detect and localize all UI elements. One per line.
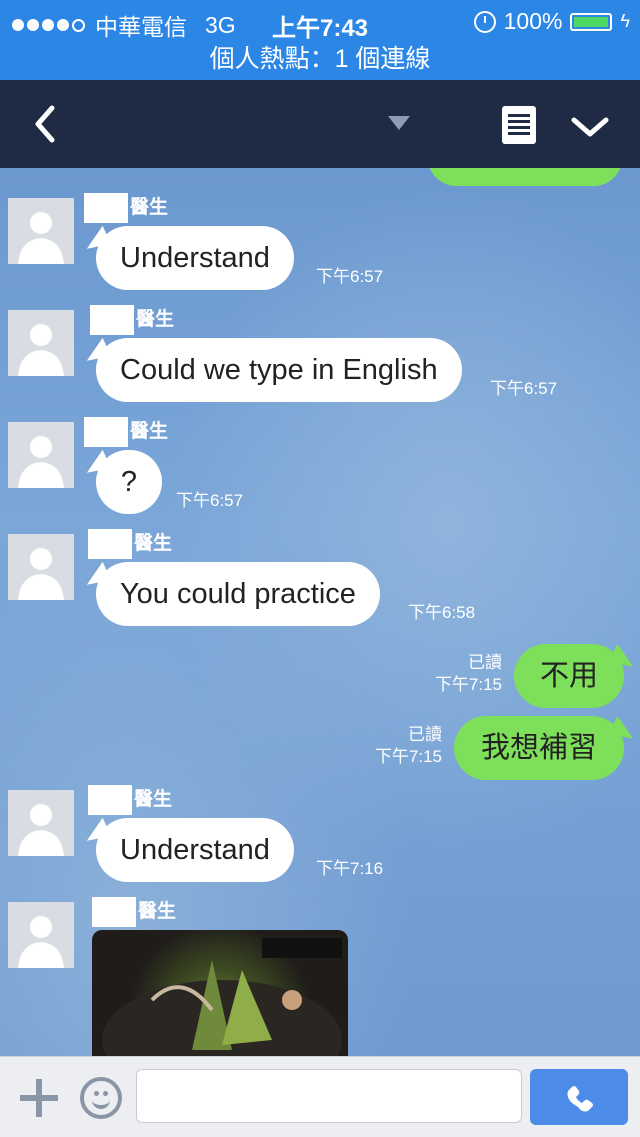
plus-icon[interactable] [20, 1079, 58, 1117]
hotspot-banner[interactable]: 個人熱點：1 個連線 [0, 40, 640, 80]
charging-icon: ϟ [620, 11, 630, 31]
message-time: 下午6:57 [316, 267, 384, 286]
avatar[interactable] [8, 534, 74, 600]
battery-icon [570, 12, 613, 31]
phone-icon [567, 1086, 593, 1112]
status-bar: 中華電信 3G 上午7:43 100% ϟ [0, 0, 640, 42]
back-icon[interactable] [28, 102, 68, 146]
sender-name: 醫生 [84, 416, 168, 447]
photo-message[interactable] [92, 930, 348, 1056]
note-icon[interactable] [502, 106, 536, 144]
status-right: 100% ϟ [473, 8, 630, 35]
message-bubble[interactable]: Understand [96, 226, 294, 290]
read-status: 已讀 下午7:15 [434, 653, 502, 694]
message-bubble[interactable]: Could we type in English [96, 338, 462, 402]
person-icon [18, 436, 64, 488]
status-time: 上午7:43 [272, 15, 369, 42]
chat-header [0, 80, 640, 168]
message-bubble-outgoing[interactable]: 我想補習 [454, 716, 624, 780]
message-bubble[interactable]: Understand [96, 818, 294, 882]
person-icon [18, 548, 64, 600]
dropdown-icon[interactable] [388, 116, 410, 132]
call-button[interactable] [530, 1069, 628, 1125]
signal-strength-icon [12, 18, 85, 32]
sender-name: 醫生 [84, 192, 168, 223]
status-left: 中華電信 3G [12, 8, 236, 42]
read-status: 已讀 下午7:15 [374, 725, 442, 766]
chevron-down-icon[interactable] [568, 112, 612, 142]
message-bubble[interactable]: ? [96, 450, 162, 514]
message-time: 下午6:58 [408, 603, 476, 622]
message-bubble-outgoing[interactable]: 不用 [514, 644, 624, 708]
message-bubble[interactable]: You could practice [96, 562, 380, 626]
sender-name: 醫生 [92, 896, 176, 927]
emoji-icon[interactable] [80, 1077, 122, 1119]
message-time: 下午6:57 [176, 491, 244, 510]
message-time: 下午6:57 [490, 379, 558, 398]
composer-bar [0, 1056, 640, 1137]
message-time: 下午7:16 [316, 859, 384, 878]
food-photo [102, 938, 342, 1056]
person-icon [18, 804, 64, 856]
sender-name: 醫生 [88, 784, 172, 815]
person-icon [18, 916, 64, 968]
sender-name: 醫生 [90, 304, 174, 335]
avatar[interactable] [8, 422, 74, 488]
battery-percent: 100% [503, 8, 563, 34]
person-icon [18, 212, 64, 264]
previous-message-bubble [428, 168, 622, 186]
person-icon [18, 324, 64, 376]
avatar[interactable] [8, 790, 74, 856]
carrier-name: 中華電信 [95, 14, 187, 40]
avatar[interactable] [8, 902, 74, 968]
avatar[interactable] [8, 198, 74, 264]
avatar[interactable] [8, 310, 74, 376]
alarm-icon [473, 10, 496, 33]
message-input[interactable] [136, 1069, 522, 1123]
chat-area[interactable]: 醫生 Understand 下午6:57 醫生 Could we type in… [0, 168, 640, 1056]
sender-name: 醫生 [88, 528, 172, 559]
network-type: 3G [205, 11, 236, 38]
